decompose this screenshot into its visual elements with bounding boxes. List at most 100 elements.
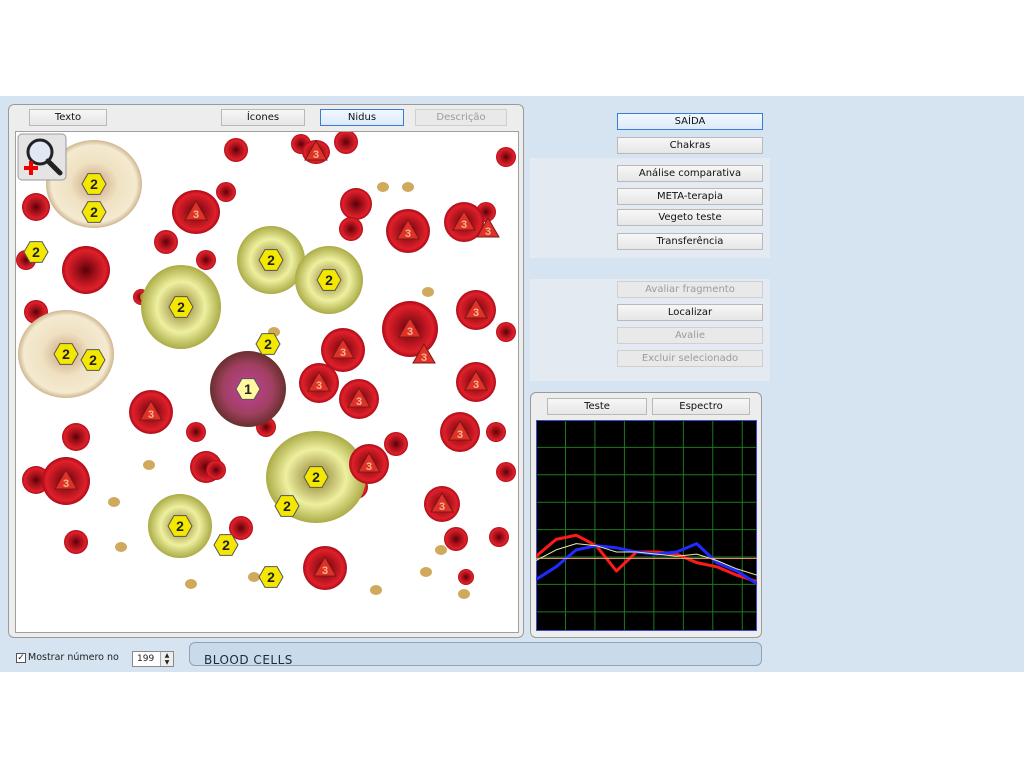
platelet bbox=[420, 567, 432, 577]
red-blood-cell bbox=[458, 569, 474, 585]
excluir-selecionado-button[interactable]: Excluir selecionado bbox=[617, 350, 763, 367]
marker-number: 2 bbox=[177, 299, 185, 315]
marker-number: 3 bbox=[407, 326, 413, 338]
red-blood-cell bbox=[496, 147, 516, 167]
red-blood-cell bbox=[444, 527, 468, 551]
red-blood-cell bbox=[196, 250, 216, 270]
descricao-button[interactable]: Descrição bbox=[415, 109, 507, 126]
platelet bbox=[115, 542, 127, 552]
marker-number: 2 bbox=[176, 518, 184, 534]
status-bar: BLOOD CELLS bbox=[189, 642, 762, 667]
red-blood-cell bbox=[154, 230, 178, 254]
marker-number: 3 bbox=[439, 501, 445, 513]
red-blood-cell bbox=[64, 530, 88, 554]
platelet bbox=[143, 460, 155, 470]
marker-number: 3 bbox=[193, 209, 199, 221]
marker-number: 3 bbox=[473, 379, 479, 391]
nidus-button[interactable]: Nidus bbox=[320, 109, 404, 126]
marker-number: 2 bbox=[90, 176, 98, 192]
platelet bbox=[435, 545, 447, 555]
red-blood-cell bbox=[384, 432, 408, 456]
avalie-button[interactable]: Avalie bbox=[617, 327, 763, 344]
teste-tab[interactable]: Teste bbox=[547, 398, 647, 415]
image-panel: Texto Ícones Nidus Descrição 2 2 2 2 2 2… bbox=[8, 104, 524, 638]
platelet bbox=[402, 182, 414, 192]
spectrum-graph bbox=[536, 420, 757, 631]
chakras-button[interactable]: Chakras bbox=[617, 137, 763, 154]
spinner-arrows[interactable]: ▲ ▼ bbox=[160, 652, 173, 666]
transferencia-button[interactable]: Transferência bbox=[617, 233, 763, 250]
red-blood-cell bbox=[186, 422, 206, 442]
red-blood-cell bbox=[496, 462, 516, 482]
red-blood-cell bbox=[62, 246, 110, 294]
red-blood-cell bbox=[489, 527, 509, 547]
graph-panel: Teste Espectro bbox=[530, 392, 762, 638]
platelet bbox=[185, 579, 197, 589]
platelet bbox=[248, 572, 260, 582]
marker-number: 2 bbox=[62, 346, 70, 362]
marker-number: 3 bbox=[457, 429, 463, 441]
platelet bbox=[458, 589, 470, 599]
marker-number: 3 bbox=[322, 565, 328, 577]
marker-number: 3 bbox=[148, 409, 154, 421]
avaliar-fragmento-button[interactable]: Avaliar fragmento bbox=[617, 281, 763, 298]
spinner-value: 199 bbox=[137, 654, 155, 664]
espectro-tab[interactable]: Espectro bbox=[652, 398, 750, 415]
analise-comparativa-button[interactable]: Análise comparativa bbox=[617, 165, 763, 182]
marker-number: 2 bbox=[32, 244, 40, 260]
app-window: Texto Ícones Nidus Descrição 2 2 2 2 2 2… bbox=[0, 96, 1024, 672]
marker-number: 3 bbox=[421, 352, 427, 364]
red-blood-cell bbox=[339, 217, 363, 241]
red-blood-cell bbox=[334, 132, 358, 154]
number-spinner[interactable]: 199 ▲ ▼ bbox=[132, 651, 174, 667]
marker-number: 2 bbox=[325, 272, 333, 288]
platelet bbox=[370, 585, 382, 595]
red-blood-cell bbox=[496, 322, 516, 342]
marker-number: 3 bbox=[405, 228, 411, 240]
marker-number: 2 bbox=[90, 204, 98, 220]
red-blood-cell bbox=[224, 138, 248, 162]
red-blood-cell bbox=[216, 182, 236, 202]
localizar-button[interactable]: Localizar bbox=[617, 304, 763, 321]
red-blood-cell bbox=[340, 188, 372, 220]
marker-number: 2 bbox=[267, 252, 275, 268]
marker-number: 2 bbox=[312, 469, 320, 485]
chevron-down-icon[interactable]: ▼ bbox=[161, 659, 173, 666]
show-number-checkbox[interactable]: ✓ bbox=[16, 653, 26, 663]
chevron-up-icon[interactable]: ▲ bbox=[161, 652, 173, 659]
status-text: BLOOD CELLS bbox=[204, 653, 293, 667]
texto-button[interactable]: Texto bbox=[29, 109, 107, 126]
marker-number: 3 bbox=[461, 219, 467, 231]
marker-number: 3 bbox=[313, 149, 319, 161]
red-blood-cell bbox=[206, 460, 226, 480]
marker-number: 3 bbox=[63, 478, 69, 490]
saida-button[interactable]: SAÍDA bbox=[617, 113, 763, 130]
marker-number: 3 bbox=[366, 461, 372, 473]
marker-number: 3 bbox=[340, 347, 346, 359]
cell-image-viewer[interactable]: 2 2 2 2 2 2 2 2 2 2 2 2 2 2 1 3 3 3 3 3 3 3 3 3 3 3 3 3 3 3 3 3 3 bbox=[15, 131, 519, 633]
red-blood-cell bbox=[22, 193, 50, 221]
icones-button[interactable]: Ícones bbox=[221, 109, 305, 126]
show-number-label: Mostrar número no marc bbox=[28, 652, 122, 663]
platelet bbox=[108, 497, 120, 507]
blood-cells-image: 2 2 2 2 2 2 2 2 2 2 2 2 2 2 1 3 3 3 3 3 3 3 3 3 3 3 3 3 3 3 3 3 3 bbox=[16, 132, 516, 599]
marker-number: 1 bbox=[244, 381, 252, 397]
marker-number: 2 bbox=[267, 569, 275, 585]
marker-number: 3 bbox=[485, 226, 491, 238]
marker-number: 3 bbox=[473, 307, 479, 319]
marker-number: 2 bbox=[89, 352, 97, 368]
marker-number: 3 bbox=[356, 396, 362, 408]
marker-number: 2 bbox=[222, 537, 230, 553]
nidus-marker-2[interactable]: 2 bbox=[258, 566, 284, 588]
vegeto-teste-button[interactable]: Vegeto teste bbox=[617, 209, 763, 226]
marker-number: 2 bbox=[264, 336, 272, 352]
nidus-marker-2[interactable]: 2 bbox=[255, 333, 281, 355]
platelet bbox=[377, 182, 389, 192]
marker-number: 2 bbox=[283, 498, 291, 514]
red-blood-cell bbox=[62, 423, 90, 451]
platelet bbox=[422, 287, 434, 297]
marker-number: 3 bbox=[316, 380, 322, 392]
zoom-in-icon[interactable] bbox=[17, 133, 67, 181]
red-blood-cell bbox=[486, 422, 506, 442]
meta-terapia-button[interactable]: META-terapia bbox=[617, 188, 763, 205]
